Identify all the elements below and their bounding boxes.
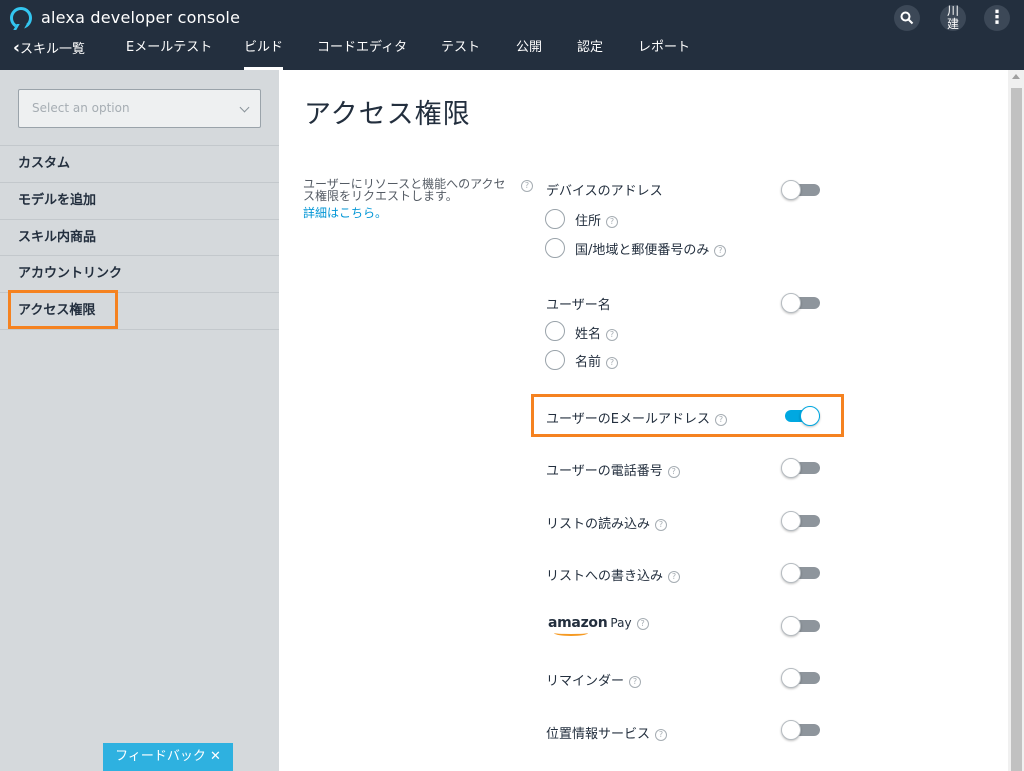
help-icon[interactable]: ? xyxy=(521,180,533,192)
user-avatar-button[interactable]: 川 建 xyxy=(940,5,966,31)
radio-given-name[interactable] xyxy=(545,350,565,370)
perm-user-email-toggle[interactable] xyxy=(781,406,821,426)
perm-list-read-label: リストの読み込み? xyxy=(546,513,668,532)
perm-amazon-pay-label: amazon Pay? xyxy=(548,615,649,636)
nav-tab-test[interactable]: テスト xyxy=(441,38,480,70)
nav-tab-report[interactable]: レポート xyxy=(638,38,690,70)
radio-full-name[interactable] xyxy=(545,321,565,341)
perm-user-phone-label: ユーザーの電話番号? xyxy=(546,460,680,479)
scrollbar-thumb[interactable] xyxy=(1011,88,1022,771)
scroll-up-arrow-icon[interactable] xyxy=(1012,74,1020,79)
sidebar-item-add-model[interactable]: モデルを追加 xyxy=(0,182,279,219)
more-vertical-icon: ⋮ xyxy=(988,7,1006,28)
nav-tab-build[interactable]: ビルド xyxy=(244,38,284,70)
help-icon[interactable]: ? xyxy=(629,675,642,688)
perm-user-name-toggle[interactable] xyxy=(781,293,821,313)
help-icon[interactable]: ? xyxy=(667,465,680,478)
radio-full-address[interactable] xyxy=(545,209,565,229)
search-button[interactable] xyxy=(894,5,920,31)
amazon-smile-icon xyxy=(554,630,588,636)
perm-user-phone-toggle[interactable] xyxy=(781,458,821,478)
nav-tab-email-test[interactable]: Eメールテスト xyxy=(126,38,212,70)
radio-full-address-label: 住所? xyxy=(575,210,619,229)
page-title: アクセス権限 xyxy=(304,99,471,130)
perm-list-read-toggle[interactable] xyxy=(781,511,821,531)
radio-country-postal[interactable] xyxy=(545,238,565,258)
help-icon[interactable]: ? xyxy=(655,518,668,531)
perm-reminders-toggle[interactable] xyxy=(781,668,821,688)
sidebar-item-custom[interactable]: カスタム xyxy=(0,145,279,182)
perm-amazon-pay-toggle[interactable] xyxy=(781,616,821,636)
perm-user-email-label: ユーザーのEメールアドレス? xyxy=(546,408,727,427)
help-icon[interactable]: ? xyxy=(714,413,727,426)
app-title[interactable]: alexa developer console xyxy=(41,8,240,27)
perm-location-toggle[interactable] xyxy=(781,720,821,740)
nav-tab-certification[interactable]: 認定 xyxy=(577,38,603,70)
sidebar-divider xyxy=(0,329,279,330)
feedback-button[interactable]: フィードバック ✕ xyxy=(103,743,233,771)
help-icon[interactable]: ? xyxy=(655,728,668,741)
perm-list-write-toggle[interactable] xyxy=(781,563,821,583)
sidebar: Select an option カスタム モデルを追加 スキル内商品 アカウン… xyxy=(0,70,279,771)
perm-reminders-label: リマインダー? xyxy=(546,670,642,689)
sidebar-item-account-linking[interactable]: アカウントリンク xyxy=(0,255,279,292)
avatar-initials: 川 建 xyxy=(946,4,959,31)
chevron-down-icon xyxy=(239,102,250,113)
nav-tab-code-editor[interactable]: コードエディタ xyxy=(317,38,407,70)
nav-back-label: スキル一覧 xyxy=(20,42,86,57)
chevron-left-icon: ‹ xyxy=(13,38,21,58)
more-menu-button[interactable]: ⋮ xyxy=(984,5,1010,31)
option-select[interactable]: Select an option xyxy=(18,89,261,128)
learn-more-link[interactable]: 詳細はこちら。 xyxy=(303,204,387,221)
nav-tab-publish[interactable]: 公開 xyxy=(516,38,542,70)
perm-user-name-label: ユーザー名 xyxy=(546,298,611,313)
nav-back-to-skills[interactable]: ‹スキル一覧 xyxy=(13,38,85,70)
top-bar: alexa developer console 川 建 ⋮ ‹スキル一覧 Eメー… xyxy=(0,0,1024,70)
help-icon[interactable]: ? xyxy=(636,617,649,630)
radio-country-postal-label: 国/地域と郵便番号のみ? xyxy=(575,239,727,258)
amazon-logo: amazon xyxy=(548,615,608,631)
alexa-logo-icon[interactable] xyxy=(10,7,32,29)
perm-list-write-label: リストへの書き込み? xyxy=(546,565,681,584)
search-icon xyxy=(900,11,914,25)
option-select-placeholder: Select an option xyxy=(32,101,130,115)
help-icon[interactable]: ? xyxy=(606,215,619,228)
radio-full-name-label: 姓名? xyxy=(575,323,619,342)
help-icon[interactable]: ? xyxy=(606,356,619,369)
permissions-highlight-box xyxy=(8,290,118,329)
help-icon[interactable]: ? xyxy=(668,570,681,583)
radio-given-name-label: 名前? xyxy=(575,351,619,370)
perm-device-address-toggle[interactable] xyxy=(781,180,821,200)
perm-device-address-label: デバイスのアドレス xyxy=(546,184,663,199)
help-icon[interactable]: ? xyxy=(714,244,727,257)
sidebar-item-in-skill-products[interactable]: スキル内商品 xyxy=(0,219,279,256)
permissions-description: ユーザーにリソースと機能へのアクセス権限をリクエストします。 xyxy=(303,177,506,203)
help-icon[interactable]: ? xyxy=(606,328,619,341)
perm-location-label: 位置情報サービス? xyxy=(546,723,668,742)
